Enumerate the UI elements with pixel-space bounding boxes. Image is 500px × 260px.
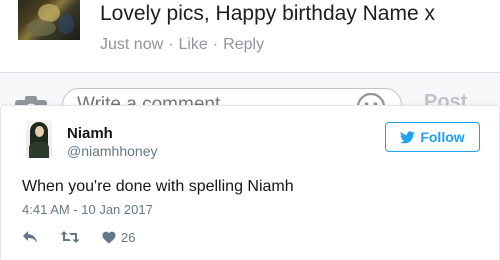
comment-time: Just now	[100, 36, 164, 53]
follow-button-label: Follow	[420, 129, 465, 145]
twitter-bird-icon	[400, 130, 416, 143]
like-link[interactable]: Like	[178, 36, 207, 53]
meta-separator: ·	[168, 36, 174, 53]
heart-icon[interactable]	[102, 231, 116, 244]
comment-text: Lovely pics, Happy birthday Name x	[100, 2, 435, 25]
tweet-author-handle[interactable]: @niamhhoney	[67, 143, 158, 159]
comment-compose-bar: Post	[0, 73, 500, 105]
tweet-timestamp[interactable]: 4:41 AM - 10 Jan 2017	[22, 202, 153, 217]
emoji-icon[interactable]	[356, 92, 386, 105]
follow-button[interactable]: Follow	[385, 122, 480, 152]
commenter-avatar[interactable]	[18, 0, 80, 40]
avatar-photo-detail	[26, 20, 56, 36]
avatar-photo-detail	[29, 142, 49, 158]
post-button[interactable]: Post	[424, 91, 467, 105]
like-count: 26	[121, 229, 136, 245]
comment-meta: Just now · Like · Reply	[100, 36, 264, 54]
camera-icon[interactable]	[14, 94, 48, 105]
tweet-actions: 26	[22, 227, 135, 247]
tweet-author-avatar[interactable]	[26, 120, 52, 158]
reply-link[interactable]: Reply	[223, 36, 264, 53]
comment-input[interactable]	[62, 88, 402, 105]
avatar-photo-detail	[58, 14, 74, 34]
tweet-text: When you're done with spelling Niamh	[22, 178, 294, 195]
like-action[interactable]: 26	[102, 230, 135, 245]
reply-icon[interactable]	[22, 230, 38, 244]
avatar-photo-detail	[35, 126, 44, 137]
facebook-comment-section: Lovely pics, Happy birthday Name x Just …	[0, 0, 500, 105]
meta-separator: ·	[212, 36, 219, 53]
tweet-card: Niamh @niamhhoney Follow When you're don…	[0, 105, 500, 260]
retweet-icon[interactable]	[60, 230, 80, 244]
tweet-author-name[interactable]: Niamh	[67, 125, 113, 142]
